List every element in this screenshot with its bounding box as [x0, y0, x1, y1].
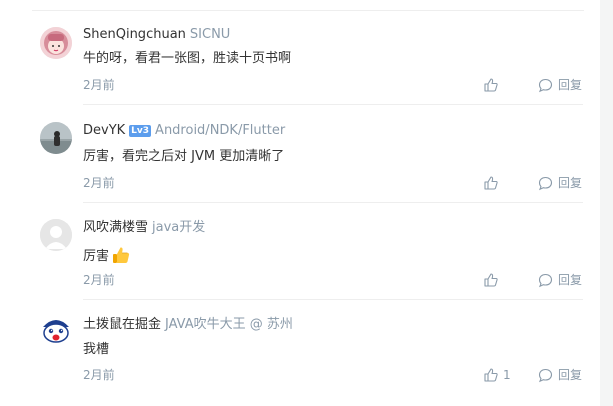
divider [83, 104, 583, 105]
user-meta: SICNU [189, 27, 231, 42]
like-button[interactable]: 1 [483, 366, 523, 384]
comment-header: 风吹满楼雪 java开发 [83, 219, 205, 237]
comment-time: 2月前 [83, 368, 115, 382]
level-badge: Lv3 [129, 125, 152, 137]
reply-button[interactable]: 回复 [538, 76, 588, 94]
like-button[interactable] [483, 271, 523, 289]
comment-text: 厉害，看完之后对 JVM 更加清晰了 [83, 149, 285, 164]
comment-bubble-icon [538, 176, 553, 191]
reply-button[interactable]: 回复 [538, 271, 588, 289]
reply-label: 回复 [558, 176, 583, 190]
comment-footer: 2月前 回复 [83, 271, 583, 289]
comment-header: 土拨鼠在掘金 JAVA吹牛大王 @ 苏州 [83, 316, 293, 334]
comment-bubble-icon [538, 78, 553, 93]
comment-time: 2月前 [83, 273, 115, 287]
comment-header: DevYK Lv3 Android/NDK/Flutter [83, 122, 285, 140]
comment-text: 厉害 [83, 245, 131, 266]
comment-time: 2月前 [83, 176, 115, 190]
thumb-up-icon [484, 78, 498, 92]
like-count: 1 [503, 368, 511, 382]
comment-text: 我槽 [83, 342, 110, 357]
avatar[interactable] [40, 122, 72, 154]
avatar[interactable] [40, 27, 72, 59]
comment-header: ShenQingchuan SICNU [83, 26, 230, 44]
comment-list: ShenQingchuan SICNU 牛的呀，看君一张图，胜读十页书啊 2月前 … [0, 0, 600, 406]
thumb-up-icon [484, 368, 498, 382]
comment-bubble-icon [538, 273, 553, 288]
reply-label: 回复 [558, 368, 583, 382]
comment-bubble-icon [538, 368, 553, 383]
avatar[interactable] [40, 219, 72, 251]
comment-footer: 2月前 回复 [83, 76, 583, 94]
like-button[interactable] [483, 174, 523, 192]
divider [83, 299, 583, 300]
comment-footer: 2月前 1 回复 [83, 366, 583, 384]
username[interactable]: 土拨鼠在掘金 [83, 317, 161, 332]
username[interactable]: 风吹满楼雪 [83, 220, 148, 235]
reply-label: 回复 [558, 78, 583, 92]
avatar[interactable] [40, 315, 72, 347]
username[interactable]: DevYK [83, 123, 125, 138]
comment-text-body: 厉害 [83, 249, 110, 264]
like-button[interactable] [483, 76, 523, 94]
thumb-up-icon [484, 176, 498, 190]
user-meta: java开发 [152, 220, 206, 235]
username[interactable]: ShenQingchuan [83, 27, 186, 42]
divider [83, 202, 583, 203]
reply-label: 回复 [558, 273, 583, 287]
reply-button[interactable]: 回复 [538, 174, 588, 192]
comment-text: 牛的呀，看君一张图，胜读十页书啊 [83, 51, 292, 66]
comment-footer: 2月前 回复 [83, 174, 583, 192]
comment-time: 2月前 [83, 78, 115, 92]
thumb-up-icon [484, 273, 498, 287]
reply-button[interactable]: 回复 [538, 366, 588, 384]
user-meta: Android/NDK/Flutter [155, 123, 286, 138]
user-meta: JAVA吹牛大王 @ 苏州 [165, 317, 293, 332]
thumbs-up-emoji [113, 247, 130, 263]
divider [32, 10, 584, 11]
